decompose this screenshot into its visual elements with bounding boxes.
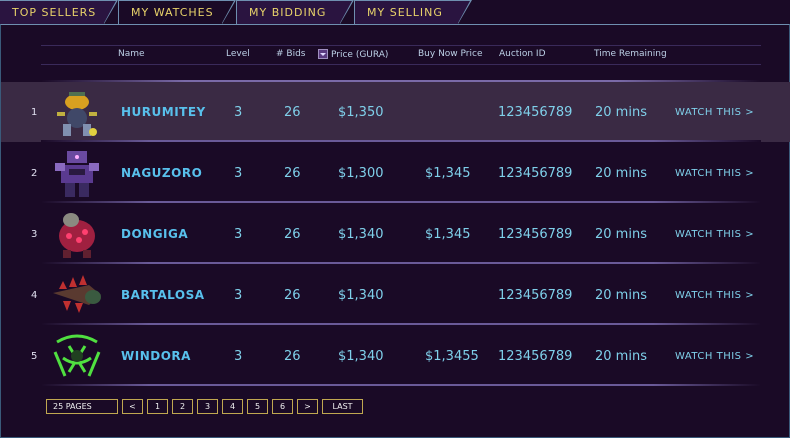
- row-auction-id: 123456789: [498, 287, 573, 303]
- header-price-label: Price (GURA): [331, 50, 389, 60]
- auction-panel: Name Level # Bids Price (GURA) Buy Now P…: [0, 24, 790, 438]
- prev-page-button[interactable]: <: [122, 399, 143, 414]
- row-rank: 4: [31, 289, 38, 301]
- row-time-remaining: 20 mins: [595, 287, 647, 303]
- watch-this-link[interactable]: WATCH THIS >: [675, 204, 754, 264]
- pagination: 25 PAGES < 1 2 3 4 5 6 > LAST: [46, 399, 363, 415]
- watch-this-link[interactable]: WATCH THIS >: [675, 326, 754, 386]
- tab-my-selling[interactable]: MY SELLING: [354, 0, 472, 24]
- header-time-remaining[interactable]: Time Remaining: [594, 49, 667, 59]
- next-page-button[interactable]: >: [297, 399, 318, 414]
- row-level: 3: [234, 348, 243, 364]
- row-level: 3: [234, 104, 243, 120]
- row-rank: 1: [31, 106, 38, 118]
- row-time-remaining: 20 mins: [595, 348, 647, 364]
- page-4-button[interactable]: 4: [222, 399, 243, 414]
- table-row[interactable]: 4 BARTALOSA 3 26 $1,340 123456789 20 min…: [1, 265, 790, 325]
- page-6-button[interactable]: 6: [272, 399, 293, 414]
- watch-this-link[interactable]: WATCH THIS >: [675, 82, 754, 142]
- header-name[interactable]: Name: [118, 49, 145, 59]
- row-level: 3: [234, 165, 243, 181]
- row-auction-id: 123456789: [498, 165, 573, 181]
- header-bids[interactable]: # Bids: [276, 49, 305, 59]
- row-bids: 26: [284, 287, 301, 303]
- page-3-button[interactable]: 3: [197, 399, 218, 414]
- header-top-divider: [41, 45, 761, 46]
- yellow-robot-creature-icon: [57, 92, 97, 136]
- row-time-remaining: 20 mins: [595, 165, 647, 181]
- tab-bar: TOP SELLERS MY WATCHES MY BIDDING MY SEL…: [0, 0, 790, 25]
- tab-top-sellers[interactable]: TOP SELLERS: [0, 0, 118, 24]
- row-name[interactable]: NAGUZORO: [121, 143, 202, 203]
- header-price[interactable]: Price (GURA): [318, 49, 388, 60]
- tab-label: MY WATCHES: [131, 6, 214, 19]
- row-auction-id: 123456789: [498, 104, 573, 120]
- page-1-button[interactable]: 1: [147, 399, 168, 414]
- row-price: $1,340: [338, 287, 384, 303]
- row-bids: 26: [284, 104, 301, 120]
- pages-count-box: 25 PAGES: [46, 399, 118, 414]
- header-buy-now[interactable]: Buy Now Price: [418, 49, 482, 59]
- tab-my-bidding[interactable]: MY BIDDING: [236, 0, 354, 24]
- tab-my-watches[interactable]: MY WATCHES: [118, 0, 236, 25]
- spiked-drill-creature-icon: [53, 275, 101, 313]
- watch-this-link[interactable]: WATCH THIS >: [675, 143, 754, 203]
- watch-this-link[interactable]: WATCH THIS >: [675, 265, 754, 325]
- row-level: 3: [234, 226, 243, 242]
- row-buy-now: $1,3455: [425, 348, 479, 364]
- table-row[interactable]: 1 HURUMITEY 3 26 $1,350 123456789 20 min…: [1, 82, 790, 142]
- row-time-remaining: 20 mins: [595, 226, 647, 242]
- row-divider: [41, 384, 761, 386]
- row-buy-now: $1,345: [425, 165, 471, 181]
- row-rank: 2: [31, 167, 38, 179]
- row-bids: 26: [284, 165, 301, 181]
- header-bottom-divider: [41, 64, 761, 65]
- row-name[interactable]: WINDORA: [121, 326, 191, 386]
- row-name[interactable]: DONGIGA: [121, 204, 188, 264]
- row-auction-id: 123456789: [498, 348, 573, 364]
- red-beast-creature-icon: [59, 213, 95, 258]
- row-price: $1,300: [338, 165, 384, 181]
- table-row[interactable]: 2 NAGUZORO 3 26 $1,300 $1,345 123456789 …: [1, 143, 790, 203]
- last-page-button[interactable]: LAST: [322, 399, 363, 414]
- sort-dropdown-icon[interactable]: [318, 49, 328, 59]
- row-buy-now: $1,345: [425, 226, 471, 242]
- row-time-remaining: 20 mins: [595, 104, 647, 120]
- row-price: $1,350: [338, 104, 384, 120]
- row-price: $1,340: [338, 348, 384, 364]
- row-divider: [41, 262, 761, 264]
- purple-mech-creature-icon: [55, 151, 99, 197]
- row-name[interactable]: BARTALOSA: [121, 265, 205, 325]
- row-name[interactable]: HURUMITEY: [121, 82, 206, 142]
- table-row[interactable]: 5 WINDORA 3 26 $1,340 $1,3455 123456789 …: [1, 326, 790, 386]
- row-divider: [41, 140, 761, 142]
- table-row[interactable]: 3 DONGIGA 3 26 $1,340 $1,345 123456789 2…: [1, 204, 790, 264]
- row-price: $1,340: [338, 226, 384, 242]
- row-level: 3: [234, 287, 243, 303]
- row-auction-id: 123456789: [498, 226, 573, 242]
- tab-label: TOP SELLERS: [12, 6, 97, 19]
- tab-label: MY SELLING: [367, 6, 443, 19]
- tab-label: MY BIDDING: [249, 6, 327, 19]
- row-rank: 3: [31, 228, 38, 240]
- row-rank: 5: [31, 350, 38, 362]
- row-divider: [41, 201, 761, 203]
- row-divider: [41, 323, 761, 325]
- header-auction-id[interactable]: Auction ID: [499, 49, 546, 59]
- row-bids: 26: [284, 348, 301, 364]
- green-wireframe-creature-icon: [53, 334, 101, 377]
- row-bids: 26: [284, 226, 301, 242]
- header-level[interactable]: Level: [226, 49, 250, 59]
- page-2-button[interactable]: 2: [172, 399, 193, 414]
- page-5-button[interactable]: 5: [247, 399, 268, 414]
